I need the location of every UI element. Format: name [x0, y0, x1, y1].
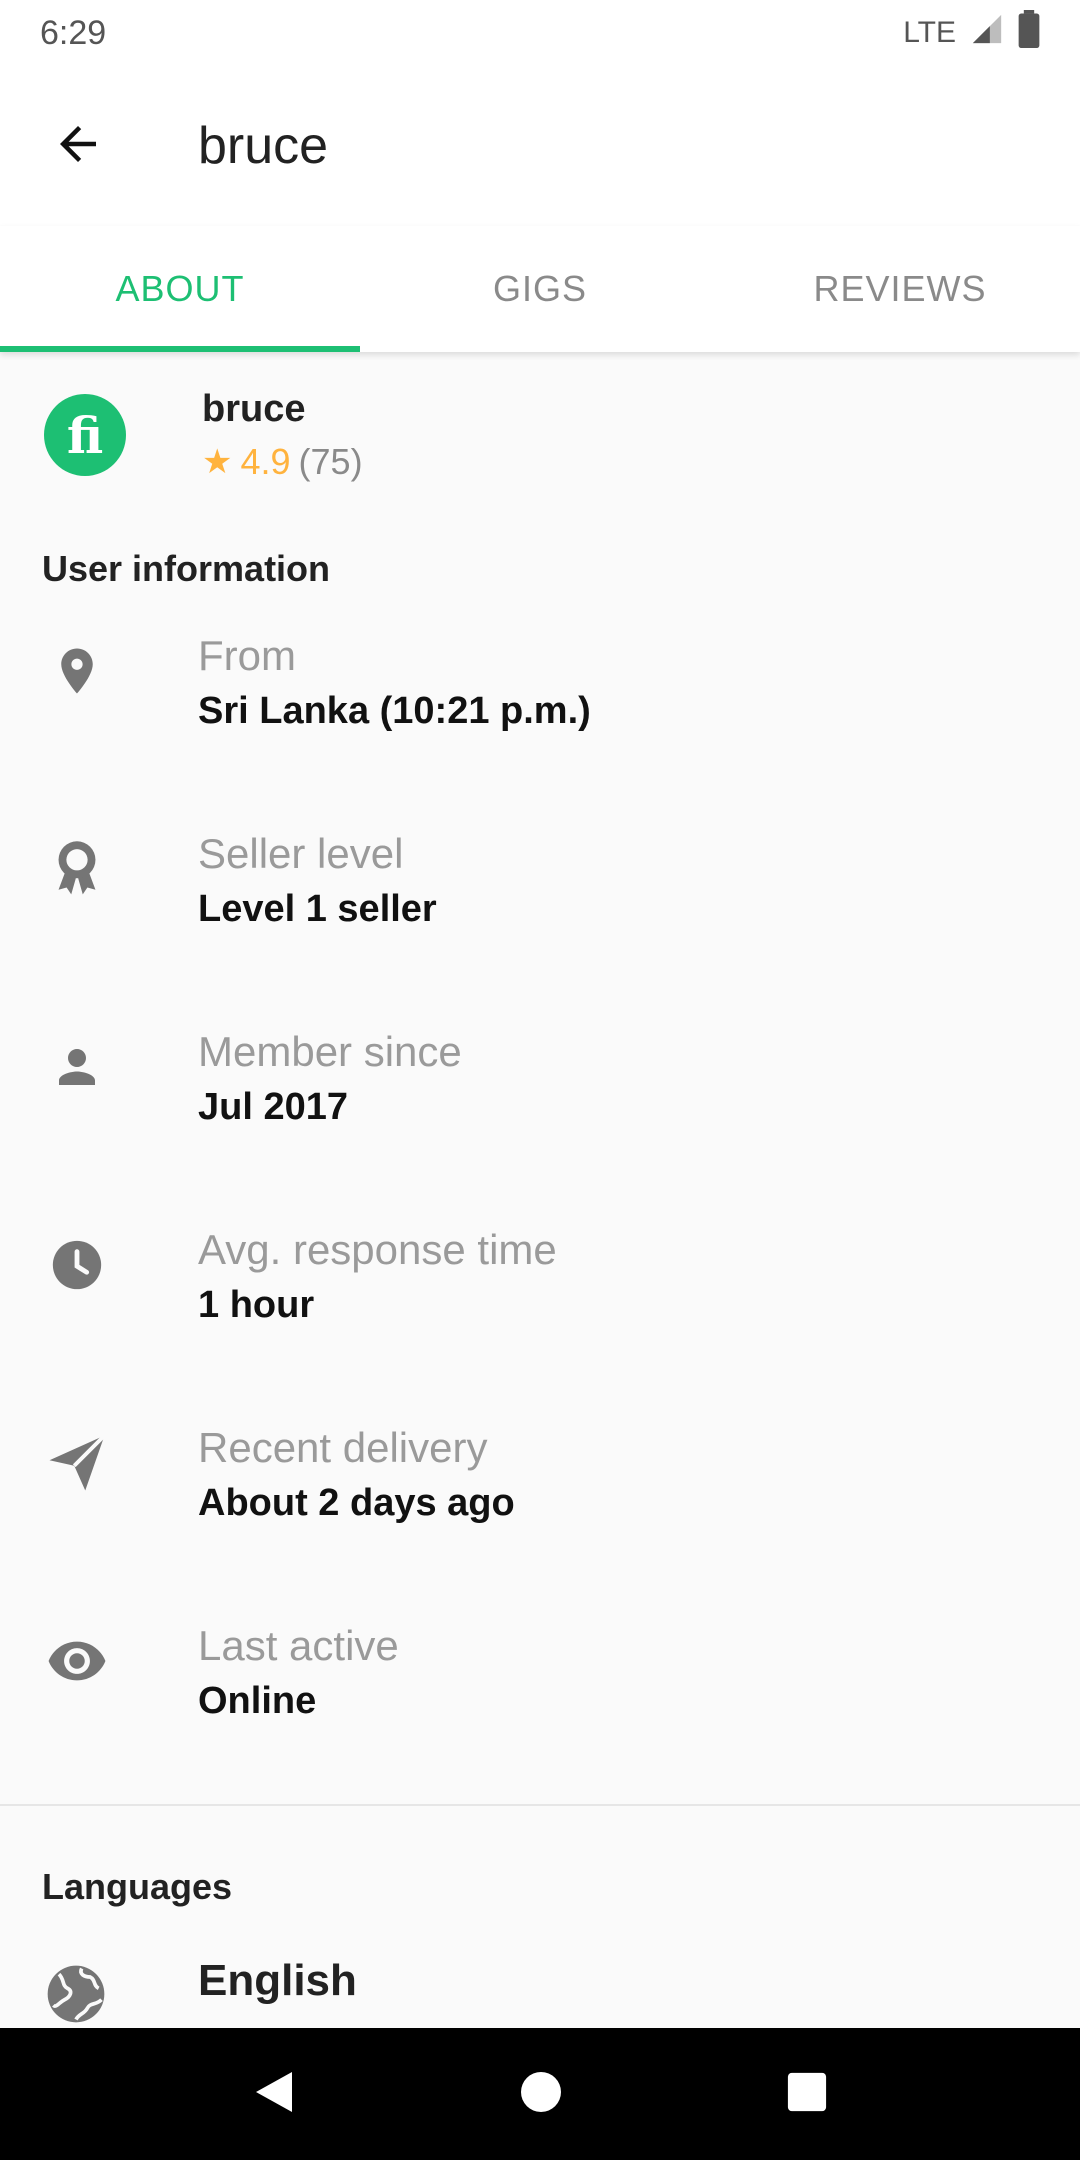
nav-recents-button[interactable] [786, 2071, 828, 2118]
rating-count: (75) [298, 440, 363, 482]
profile-name: bruce [202, 387, 306, 430]
paper-plane-icon [38, 1424, 116, 1502]
language-name: English [198, 1956, 357, 2005]
battery-icon [1018, 9, 1040, 57]
star-icon: ★ [202, 442, 233, 481]
status-icons: LTE [903, 9, 1040, 57]
tab-reviews[interactable]: REVIEWS [720, 226, 1080, 352]
status-bar: 6:29 LTE [0, 0, 1080, 66]
section-divider [0, 1804, 1080, 1806]
info-value: Level 1 seller [198, 888, 437, 930]
tab-bar: ABOUT GIGS REVIEWS [0, 226, 1080, 352]
info-value: Online [198, 1680, 317, 1722]
info-label: Avg. response time [198, 1226, 557, 1273]
info-row-seller-level: Seller level Level 1 seller [0, 830, 1080, 990]
info-row-member-since: Member since Jul 2017 [0, 1028, 1080, 1188]
location-pin-icon [38, 632, 116, 710]
profile-summary: fi bruce ★ 4.9 (75) [0, 360, 1080, 510]
nav-back-button[interactable] [252, 2068, 296, 2121]
eye-icon [38, 1622, 116, 1700]
info-row-response-time: Avg. response time 1 hour [0, 1226, 1080, 1386]
nav-home-button[interactable] [519, 2070, 563, 2119]
info-row-from: From Sri Lanka (10:21 p.m.) [0, 632, 1080, 792]
back-button[interactable] [28, 96, 128, 196]
info-row-recent-delivery: Recent delivery About 2 days ago [0, 1424, 1080, 1584]
tab-gigs[interactable]: GIGS [360, 226, 720, 352]
system-nav-bar [0, 2028, 1080, 2160]
globe-icon [42, 1960, 110, 2033]
user-information-heading: User information [42, 548, 331, 589]
info-label: Last active [198, 1622, 399, 1669]
rating: ★ 4.9 (75) [202, 441, 363, 483]
language-item: English [0, 1956, 1080, 2036]
network-type: LTE [903, 16, 956, 49]
page-title: bruce [198, 117, 329, 175]
rating-score: 4.9 [240, 440, 291, 482]
info-row-last-active: Last active Online [0, 1622, 1080, 1782]
signal-icon [970, 12, 1004, 55]
info-value: Sri Lanka (10:21 p.m.) [198, 690, 591, 732]
tab-about[interactable]: ABOUT [0, 226, 360, 352]
status-time: 6:29 [40, 13, 107, 52]
app-bar: bruce [0, 66, 1080, 226]
fiverr-logo: fi [44, 394, 126, 476]
info-value: 1 hour [198, 1284, 315, 1326]
info-label: Member since [198, 1028, 462, 1075]
person-icon [38, 1028, 116, 1106]
info-label: From [198, 632, 296, 679]
info-value: About 2 days ago [198, 1482, 515, 1524]
info-value: Jul 2017 [198, 1086, 348, 1128]
info-label: Seller level [198, 830, 404, 877]
arrow-back-icon [51, 117, 105, 176]
languages-heading: Languages [42, 1866, 233, 1907]
award-ribbon-icon [38, 830, 116, 908]
clock-icon [38, 1226, 116, 1304]
info-label: Recent delivery [198, 1424, 488, 1471]
